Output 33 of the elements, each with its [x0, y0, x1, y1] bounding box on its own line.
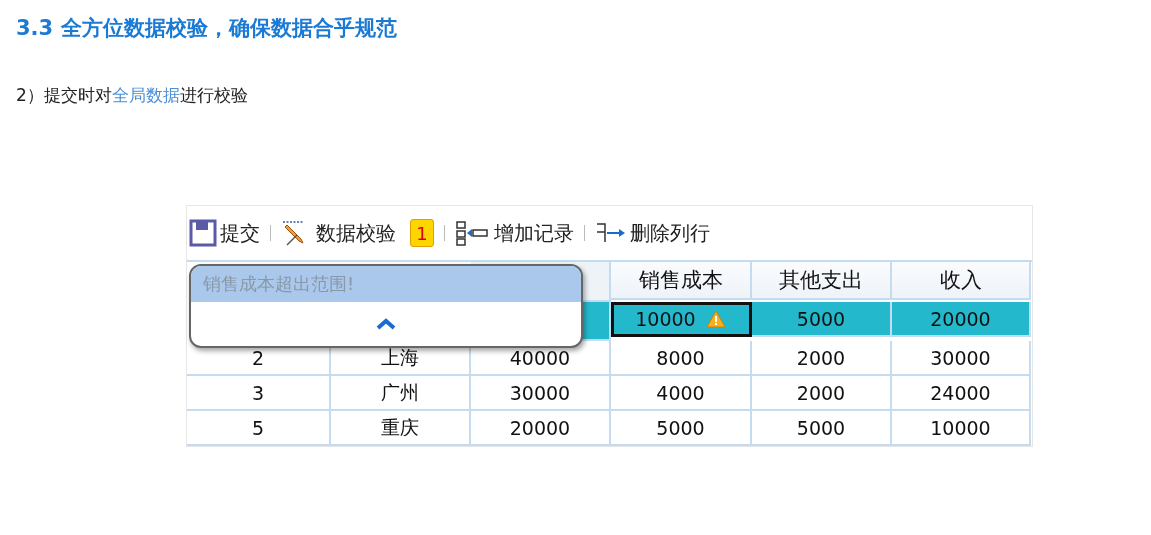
- subtitle: 2）提交时对全局数据进行校验: [16, 84, 248, 107]
- table-cell: 20000: [892, 302, 1031, 337]
- table-cell: 30000: [471, 376, 611, 411]
- table-cell: 5: [187, 411, 331, 446]
- table-cell: 24000: [892, 376, 1031, 411]
- table-cell: 5000: [752, 302, 892, 337]
- table-cell: 10000: [611, 302, 752, 337]
- collapse-chevron-icon[interactable]: [375, 317, 397, 331]
- table-cell: 5000: [752, 411, 892, 446]
- toolbar-button[interactable]: 删除列行: [595, 219, 710, 247]
- toolbar-button[interactable]: 数据校验: [281, 219, 396, 247]
- table-cell: 30000: [892, 341, 1031, 376]
- error-message: 销售成本超出范围!: [203, 272, 355, 296]
- table-cell: 重庆: [331, 411, 471, 446]
- warning-icon: [705, 309, 726, 328]
- table-cell: 5000: [611, 411, 752, 446]
- column-header: 收入: [892, 262, 1031, 300]
- table-cell: 2000: [752, 376, 892, 411]
- table-cell: 4000: [611, 376, 752, 411]
- save-icon: [189, 219, 217, 247]
- toolbar-button[interactable]: 提交: [189, 219, 260, 247]
- table-cell: 20000: [471, 411, 611, 446]
- toolbar-button[interactable]: 增加记录: [455, 219, 574, 247]
- add-row-icon: [455, 220, 491, 246]
- table-cell: 8000: [611, 341, 752, 376]
- table-cell: 10000: [892, 411, 1031, 446]
- column-header: 销售成本: [611, 262, 752, 300]
- table-cell: 3: [187, 376, 331, 411]
- table-cell: 2000: [752, 341, 892, 376]
- page-heading: 3.3 全方位数据校验，确保数据合乎规范: [16, 15, 397, 42]
- table-cell: 广州: [331, 376, 471, 411]
- count-badge: 1: [410, 219, 434, 247]
- column-header: 其他支出: [752, 262, 892, 300]
